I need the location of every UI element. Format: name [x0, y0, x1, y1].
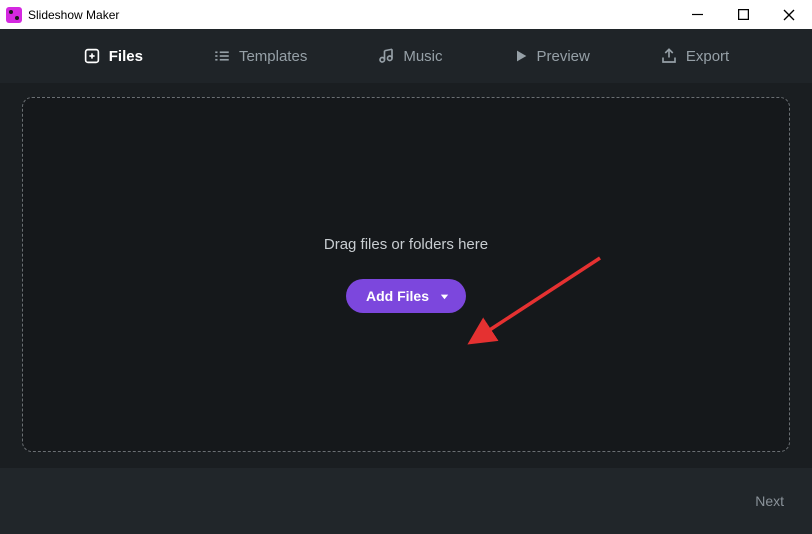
footer: Next [0, 468, 812, 534]
tab-export-label: Export [686, 48, 729, 65]
minimize-button[interactable] [674, 0, 720, 29]
app-body: Files Templates Music Preview Export Dra… [0, 29, 812, 534]
export-icon [660, 47, 678, 65]
app-title: Slideshow Maker [28, 8, 119, 22]
tab-files-label: Files [109, 48, 143, 65]
file-plus-icon [83, 47, 101, 65]
tab-preview[interactable]: Preview [513, 48, 590, 65]
close-icon [783, 9, 795, 21]
toolbar: Files Templates Music Preview Export [0, 29, 812, 83]
music-icon [377, 47, 395, 65]
dropzone-hint: Drag files or folders here [324, 236, 488, 253]
titlebar-left: Slideshow Maker [6, 7, 119, 23]
tab-export[interactable]: Export [660, 47, 729, 65]
tab-templates-label: Templates [239, 48, 307, 65]
minimize-icon [692, 9, 703, 20]
app-icon [6, 7, 22, 23]
tab-files[interactable]: Files [83, 47, 143, 65]
maximize-button[interactable] [720, 0, 766, 29]
close-button[interactable] [766, 0, 812, 29]
main-area: Drag files or folders here Add Files [0, 83, 812, 468]
window-controls [674, 0, 812, 29]
tab-music-label: Music [403, 48, 442, 65]
add-files-button[interactable]: Add Files [346, 279, 466, 313]
tab-templates[interactable]: Templates [213, 47, 307, 65]
play-icon [513, 48, 529, 64]
maximize-icon [738, 9, 749, 20]
tab-music[interactable]: Music [377, 47, 442, 65]
templates-icon [213, 47, 231, 65]
titlebar: Slideshow Maker [0, 0, 812, 29]
dropzone[interactable]: Drag files or folders here Add Files [22, 97, 790, 452]
next-button[interactable]: Next [755, 493, 784, 509]
add-files-label: Add Files [366, 288, 429, 304]
chevron-down-icon [439, 291, 450, 302]
tab-preview-label: Preview [537, 48, 590, 65]
